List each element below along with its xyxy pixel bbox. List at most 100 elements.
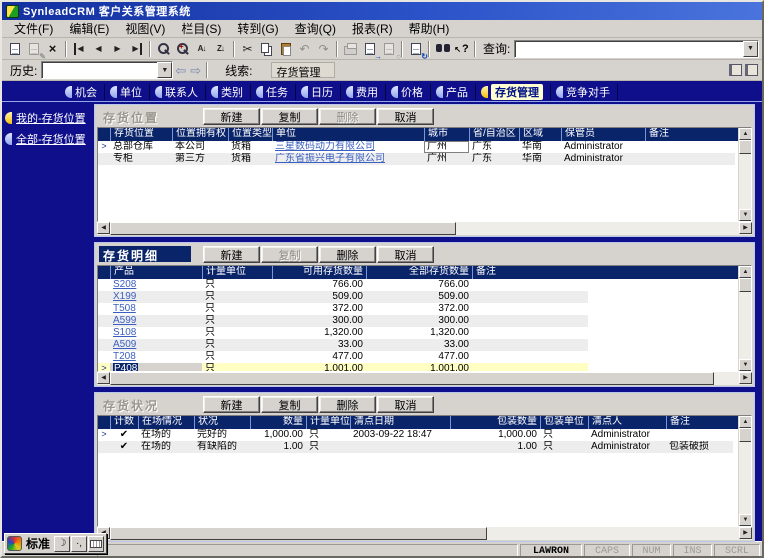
scroll-right-button[interactable]: ▶: [739, 222, 752, 234]
history-combobox[interactable]: ▼: [41, 61, 174, 79]
new-record-button[interactable]: [5, 40, 24, 58]
column-header-保管员[interactable]: 保管员: [561, 128, 645, 141]
button-inventory-location-1[interactable]: 复制: [261, 107, 318, 125]
button-inventory-status-3[interactable]: 取消: [377, 395, 434, 413]
inventory-detail-link[interactable]: A599: [113, 315, 136, 326]
tab-竞争对手[interactable]: 竞争对手: [553, 84, 618, 100]
scroll-left-button[interactable]: ◀: [97, 222, 110, 234]
column-header-包装数量[interactable]: 包装数量: [450, 416, 540, 429]
menu-item-3[interactable]: 栏目(S): [173, 19, 229, 38]
button-inventory-location-0[interactable]: 新建: [203, 107, 260, 125]
scroll-up-button[interactable]: ▲: [739, 128, 751, 140]
table-row[interactable]: A599 只 300.00 300.00: [98, 315, 588, 327]
sort-descending-button[interactable]: Z↓: [211, 40, 230, 58]
column-header-备注[interactable]: 备注: [666, 416, 733, 429]
last-record-button[interactable]: ▶: [127, 40, 146, 58]
column-header-包装单位[interactable]: 包装单位: [540, 416, 588, 429]
menu-item-2[interactable]: 视图(V): [117, 19, 173, 38]
horizontal-scroll-thumb[interactable]: [110, 372, 714, 385]
column-header-在场情况[interactable]: 在场情况: [138, 416, 194, 429]
column-header-可用存货数量[interactable]: 可用存货数量: [272, 266, 366, 279]
menu-item-4[interactable]: 转到(G): [229, 19, 286, 38]
column-header-省/自治区[interactable]: 省/自治区: [469, 128, 519, 141]
sort-ascending-button[interactable]: A↓: [192, 40, 211, 58]
vertical-scroll-track[interactable]: [739, 292, 751, 359]
column-header-计量单位[interactable]: 计量单位: [306, 416, 350, 429]
query-combobox[interactable]: ▼: [514, 39, 759, 58]
inventory-detail-link[interactable]: T208: [113, 351, 136, 362]
vertical-scroll-thumb[interactable]: [739, 428, 751, 442]
column-header-计量单位[interactable]: 计量单位: [202, 266, 272, 279]
button-inventory-detail-2[interactable]: 删除: [319, 245, 376, 263]
scroll-down-button[interactable]: ▼: [739, 514, 751, 526]
scroll-up-button[interactable]: ▲: [739, 266, 751, 278]
tab-任务[interactable]: 任务: [253, 84, 296, 100]
table-row[interactable]: S108 只 1,320.00 1,320.00: [98, 327, 588, 339]
ime-softkeyboard-icon[interactable]: [88, 535, 105, 552]
table-row[interactable]: S208 只 766.00 766.00: [98, 279, 588, 291]
column-header-计数[interactable]: 计数: [110, 416, 138, 429]
sidebar-item-1[interactable]: 全部-存货位置: [5, 128, 94, 149]
column-header-区域[interactable]: 区域: [519, 128, 561, 141]
scroll-down-button[interactable]: ▼: [739, 209, 751, 221]
tab-类别[interactable]: 类别: [208, 84, 251, 100]
cut-button[interactable]: ✂: [238, 40, 257, 58]
column-header-产品[interactable]: 产品: [110, 266, 202, 279]
history-dropdown-button[interactable]: ▼: [157, 62, 173, 78]
context-help-button[interactable]: ?: [452, 40, 471, 58]
column-header-状况[interactable]: 状况: [194, 416, 250, 429]
inventory-location-link[interactable]: 广东省振兴电子有限公司: [275, 153, 385, 164]
column-header-清点日期[interactable]: 清点日期: [350, 416, 450, 429]
ime-fullhalf-moon-icon[interactable]: ☽: [54, 535, 71, 552]
column-header-数量[interactable]: 数量: [250, 416, 306, 429]
inventory-detail-link[interactable]: S208: [113, 279, 136, 290]
menu-item-7[interactable]: 帮助(H): [401, 19, 458, 38]
tab-存货管理[interactable]: 存货管理: [478, 84, 551, 100]
scroll-up-button[interactable]: ▲: [739, 416, 751, 428]
tab-费用[interactable]: 费用: [343, 84, 386, 100]
button-inventory-detail-3[interactable]: 取消: [377, 245, 434, 263]
report-book-icon[interactable]: [729, 64, 742, 76]
ime-logo-icon[interactable]: [7, 536, 22, 551]
table-row[interactable]: ✔ 在场的 有缺陷的 1.00 只 1.00 只 Administrator 包装破损: [98, 441, 733, 453]
vertical-scroll-thumb[interactable]: [739, 278, 751, 292]
column-header-备注[interactable]: 备注: [472, 266, 588, 279]
menu-item-6[interactable]: 报表(R): [344, 19, 401, 38]
column-header-全部存货数量[interactable]: 全部存货数量: [366, 266, 472, 279]
tab-价格[interactable]: 价格: [388, 84, 431, 100]
inventory-detail-link[interactable]: T508: [113, 303, 136, 314]
paste-button[interactable]: [276, 40, 295, 58]
column-header-单位[interactable]: 单位: [272, 128, 424, 141]
horizontal-scroll-thumb[interactable]: [110, 222, 456, 235]
tab-产品[interactable]: 产品: [433, 84, 476, 100]
inventory-detail-link[interactable]: A509: [113, 339, 136, 350]
horizontal-scroll-track[interactable]: [110, 527, 739, 540]
button-inventory-status-1[interactable]: 复制: [261, 395, 318, 413]
scroll-left-button[interactable]: ◀: [97, 372, 110, 384]
filter-search-button[interactable]: +: [173, 40, 192, 58]
vertical-scroll-track[interactable]: [739, 154, 751, 209]
button-inventory-location-3[interactable]: 取消: [377, 107, 434, 125]
inventory-detail-link[interactable]: X199: [113, 291, 136, 302]
horizontal-scrollbar-inventory-status[interactable]: ◀▶: [97, 527, 752, 540]
vertical-scrollbar-inventory-status[interactable]: ▲ ▼: [738, 416, 751, 526]
scroll-right-button[interactable]: ▶: [739, 372, 752, 384]
catalog-book-icon[interactable]: [745, 64, 758, 76]
tab-机会[interactable]: 机会: [62, 84, 105, 100]
vertical-scrollbar-inventory-location[interactable]: ▲ ▼: [738, 128, 751, 221]
menu-item-0[interactable]: 文件(F): [6, 19, 61, 38]
vertical-scrollbar-inventory-detail[interactable]: ▲ ▼: [738, 266, 751, 371]
horizontal-scrollbar-inventory-location[interactable]: ◀ ▶: [97, 222, 752, 235]
horizontal-scroll-track[interactable]: [110, 372, 739, 385]
table-row[interactable]: > P408 只 1,001.00 1,001.00: [98, 363, 588, 371]
search-button[interactable]: [154, 40, 173, 58]
export-button[interactable]: →: [360, 40, 382, 60]
column-header-存货位置[interactable]: 存货位置: [110, 128, 172, 141]
ime-punctuation-icon[interactable]: ·,: [71, 535, 88, 552]
table-row[interactable]: X199 只 509.00 509.00: [98, 291, 588, 303]
query-input[interactable]: [515, 41, 743, 57]
history-input[interactable]: [42, 62, 157, 78]
sidebar-item-0[interactable]: 我的-存货位置: [5, 107, 94, 128]
prev-record-button[interactable]: ◀: [89, 40, 108, 58]
forward-arrow-icon[interactable]: ⇨: [190, 64, 201, 77]
